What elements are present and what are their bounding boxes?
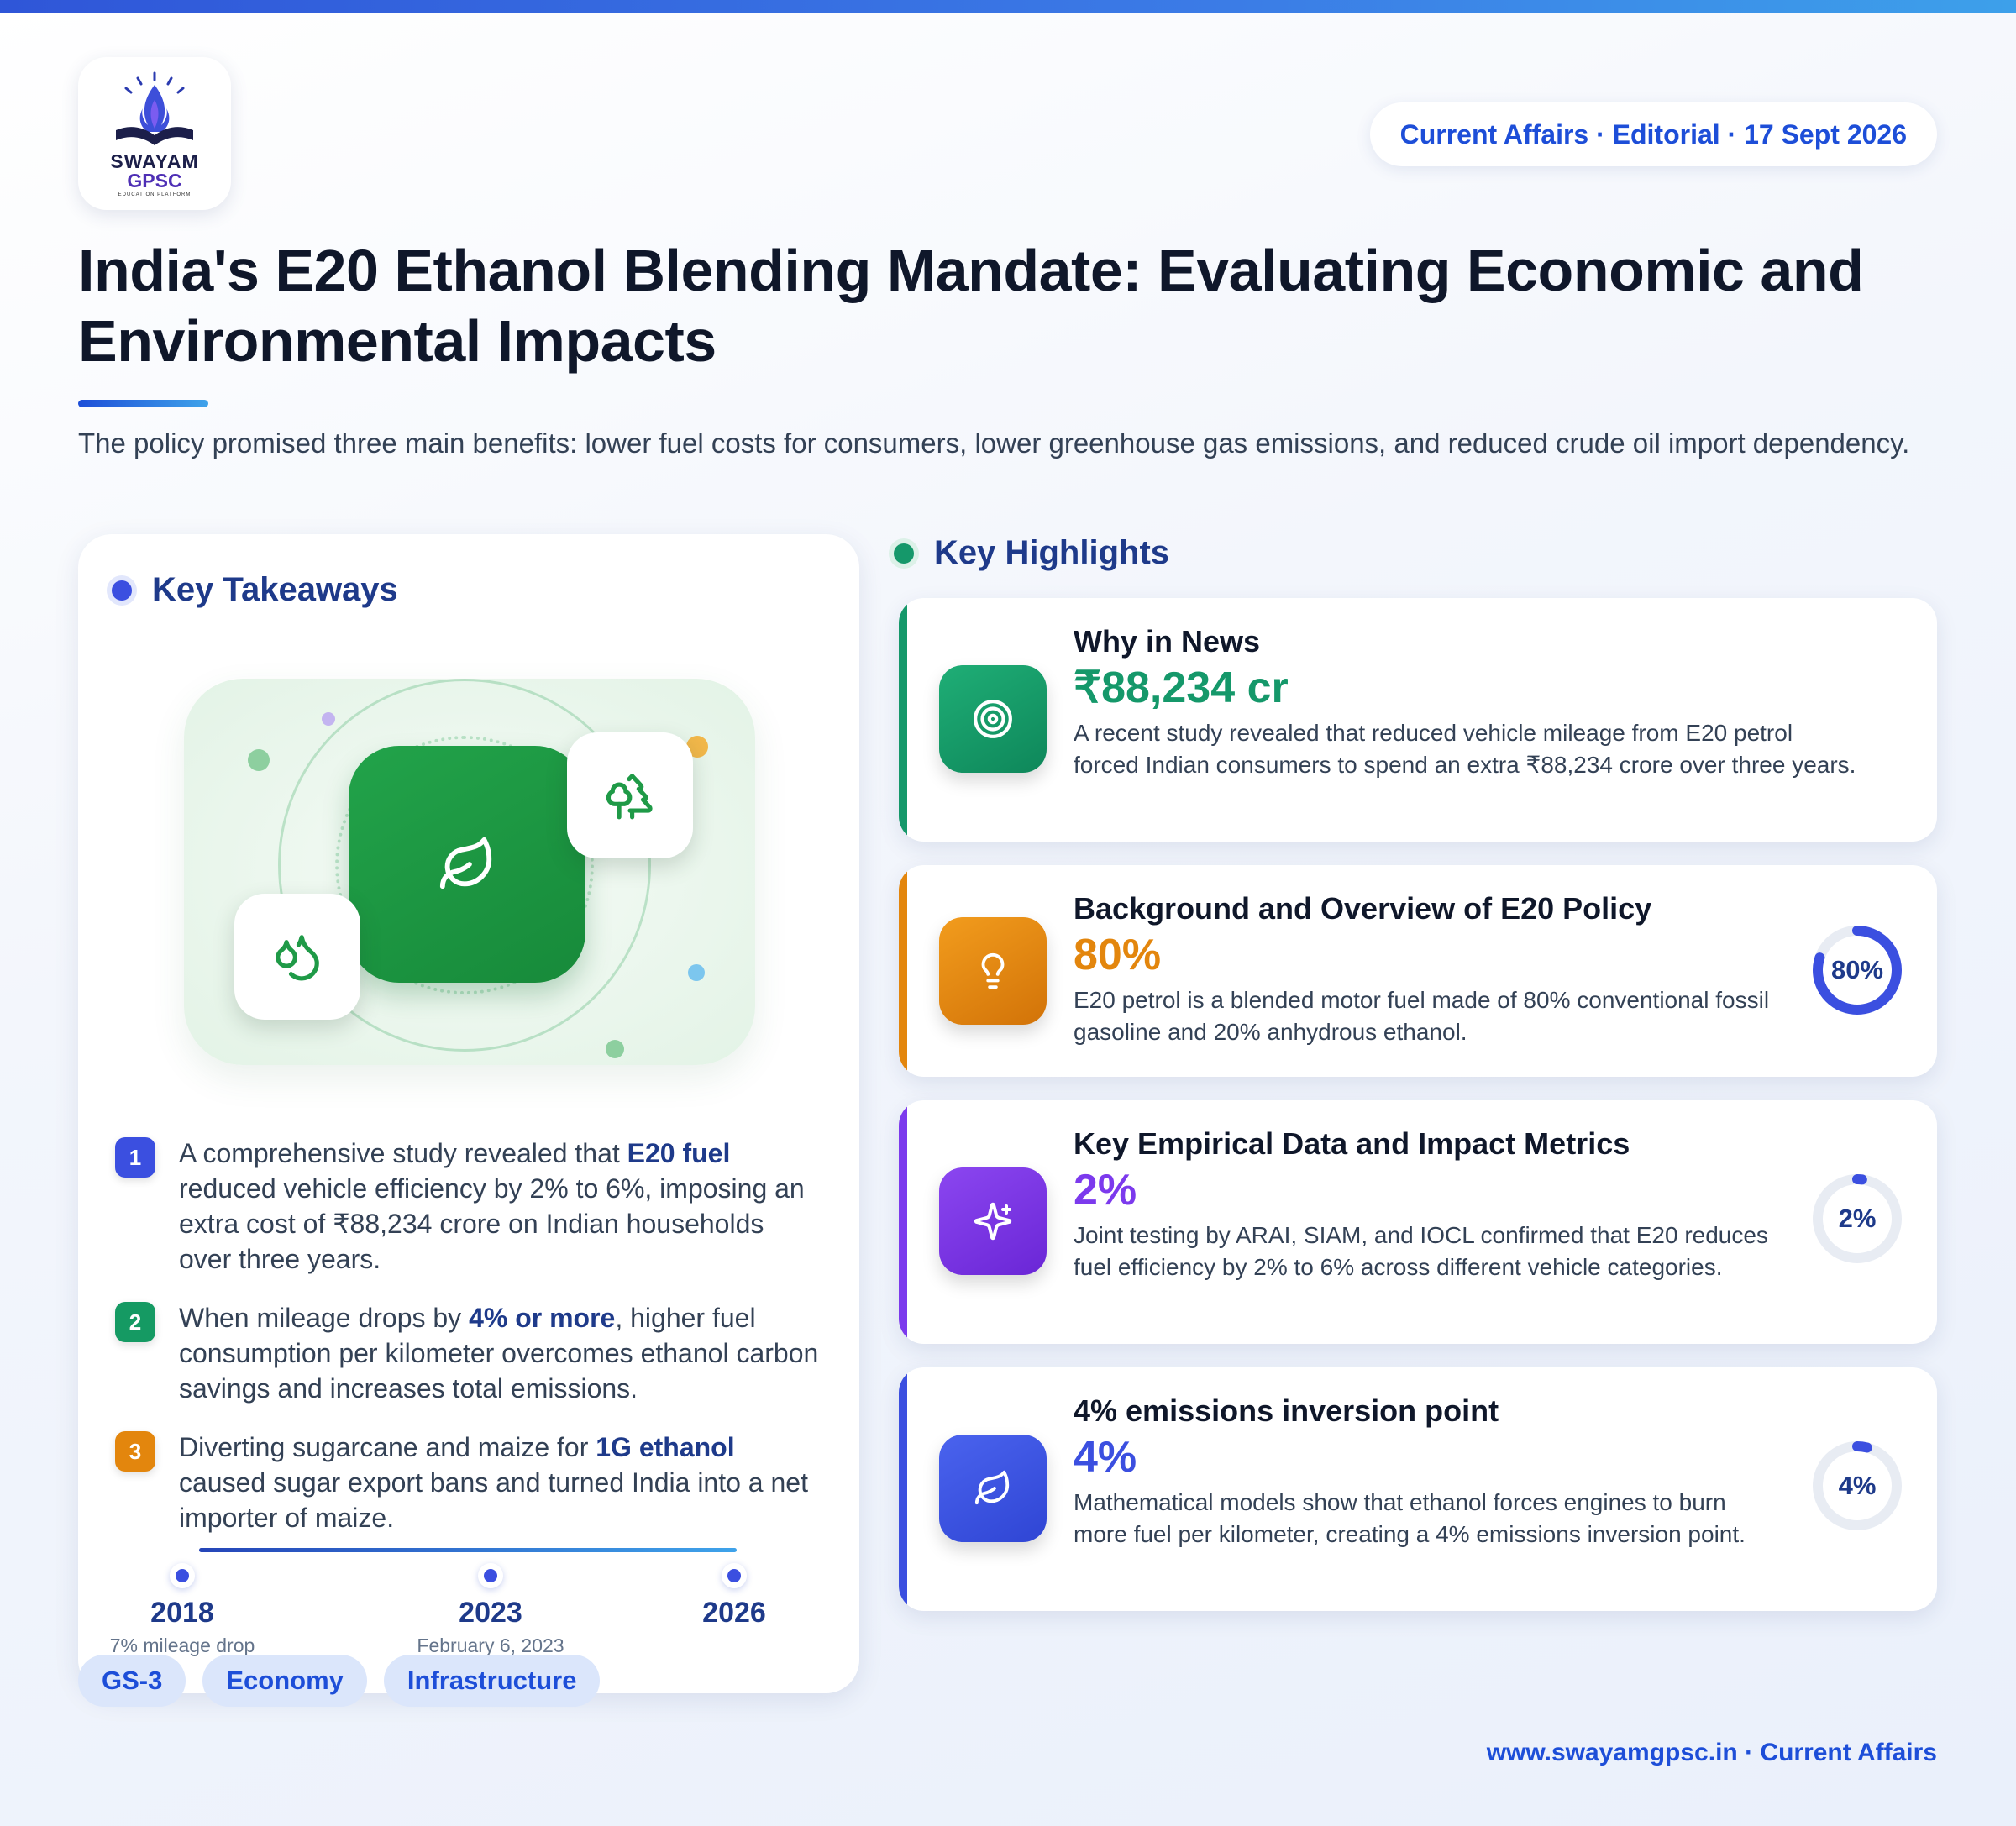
card-body: 4% emissions inversion point 4% Mathemat… — [1074, 1393, 1779, 1551]
tag-infrastructure[interactable]: Infrastructure — [383, 1655, 601, 1707]
logo-tagline: EDUCATION PLATFORM — [118, 192, 192, 197]
logo-word: SWAYAM — [110, 150, 199, 172]
leaf-icon — [974, 1470, 1010, 1505]
card-accent-bar — [899, 1367, 907, 1611]
card-body: Why in News ₹88,234 cr A recent study re… — [1074, 623, 1863, 781]
card-big-value: 4% — [1074, 1433, 1137, 1482]
logo: SWAYAM GPSC EDUCATION PLATFORM — [78, 57, 231, 210]
logo-sub: GPSC — [127, 170, 182, 192]
timeline-note: 7% mileage drop — [109, 1634, 255, 1656]
card-body: Key Empirical Data and Impact Metrics 2%… — [1074, 1126, 1779, 1283]
takeaway-text: Diverting sugarcane and maize for 1G eth… — [179, 1432, 808, 1533]
card-title: Background and Overview of E20 Policy — [1074, 891, 1652, 926]
card-big-value: 80% — [1074, 931, 1162, 979]
trees-tile — [567, 732, 693, 858]
droplets-tile — [234, 894, 360, 1020]
section-dot — [112, 580, 132, 601]
timeline-year: 2018 — [150, 1597, 214, 1629]
key-highlights-title: Key Highlights — [934, 534, 1170, 571]
card-title: Why in News — [1074, 624, 1261, 659]
highlight-card-empirical-data: Key Empirical Data and Impact Metrics 2%… — [899, 1100, 1937, 1344]
icon-tile — [939, 917, 1047, 1025]
card-text: Mathematical models show that ethanol fo… — [1074, 1489, 1746, 1547]
takeaway-text: A comprehensive study revealed that E20 … — [179, 1138, 805, 1274]
progress-ring: 2% — [1811, 1173, 1903, 1265]
decor-dot — [248, 749, 270, 771]
timeline-point: 2018 7% mileage drop — [81, 1563, 283, 1657]
card-accent-bar — [899, 865, 907, 1077]
tag-gs3[interactable]: GS-3 — [78, 1655, 186, 1707]
progress-ring-label: 4% — [1838, 1471, 1877, 1500]
title-underline — [78, 400, 208, 407]
section-dot — [894, 543, 914, 564]
card-text: E20 petrol is a blended motor fuel made … — [1074, 987, 1770, 1045]
takeaway-text: When mileage drops by 4% or more, higher… — [179, 1303, 819, 1404]
timeline-line — [199, 1548, 737, 1552]
leaf-icon — [439, 837, 492, 889]
card-text: A recent study revealed that reduced veh… — [1074, 720, 1856, 778]
logo-flame-book-icon — [116, 71, 193, 145]
card-accent-bar — [899, 598, 907, 842]
progress-ring-label: 80% — [1830, 955, 1884, 984]
trees-icon — [606, 774, 653, 820]
decor-dot — [322, 712, 335, 726]
highlight-card-inversion-point: 4% emissions inversion point 4% Mathemat… — [899, 1367, 1937, 1611]
decor-dot — [606, 1040, 624, 1058]
page-title: India's E20 Ethanol Blending Mandate: Ev… — [78, 238, 1864, 374]
droplets-icon — [276, 935, 319, 981]
list-item: 3 Diverting sugarcane and maize for 1G e… — [115, 1430, 821, 1535]
key-takeaways-heading: Key Takeaways — [112, 571, 398, 609]
number-badge: 1 — [115, 1137, 155, 1178]
card-title: Key Empirical Data and Impact Metrics — [1074, 1126, 1630, 1161]
timeline-dot — [170, 1563, 195, 1588]
footer-url[interactable]: www.swayamgpsc.in · Current Affairs — [1487, 1739, 1937, 1767]
progress-ring-label: 2% — [1838, 1204, 1877, 1233]
card-big-value: 2% — [1074, 1166, 1137, 1215]
icon-tile — [939, 1435, 1047, 1542]
list-item: 2 When mileage drops by 4% or more, high… — [115, 1300, 821, 1406]
target-icon — [974, 700, 1012, 738]
highlight-card-background: Background and Overview of E20 Policy 80… — [899, 865, 1937, 1077]
number-badge: 2 — [115, 1302, 155, 1342]
timeline-point: 2026 — [675, 1563, 793, 1629]
icon-tile — [939, 1167, 1047, 1275]
date-pill: Current Affairs · Editorial · 17 Sept 20… — [1369, 102, 1937, 166]
decor-dot — [688, 964, 705, 981]
card-text: Joint testing by ARAI, SIAM, and IOCL co… — [1074, 1222, 1768, 1280]
timeline-year: 2023 — [459, 1597, 522, 1629]
timeline-dot — [478, 1563, 503, 1588]
timeline-dot — [722, 1563, 747, 1588]
card-big-value: ₹88,234 cr — [1074, 664, 1289, 712]
key-takeaways-card: Key Takeaways 1 A comprehensive study re… — [78, 534, 859, 1693]
card-title: 4% emissions inversion point — [1074, 1393, 1499, 1428]
timeline-point: 2023 February 6, 2023 — [390, 1563, 591, 1657]
timeline-year: 2026 — [702, 1597, 766, 1629]
lightbulb-icon — [981, 953, 1005, 989]
timeline-note: February 6, 2023 — [417, 1634, 564, 1656]
card-accent-bar — [899, 1100, 907, 1344]
takeaways-list: 1 A comprehensive study revealed that E2… — [115, 1136, 821, 1559]
icon-tile — [939, 665, 1047, 773]
key-takeaways-title: Key Takeaways — [152, 571, 398, 608]
highlight-card-why-in-news: Why in News ₹88,234 cr A recent study re… — [899, 598, 1937, 842]
tag-economy[interactable]: Economy — [202, 1655, 367, 1707]
list-item: 1 A comprehensive study revealed that E2… — [115, 1136, 821, 1277]
sparkles-icon — [974, 1202, 1012, 1241]
number-badge: 3 — [115, 1431, 155, 1472]
progress-ring: 4% — [1811, 1440, 1903, 1532]
illustration — [184, 679, 755, 1065]
key-highlights-heading: Key Highlights — [894, 534, 1169, 572]
card-body: Background and Overview of E20 Policy 80… — [1074, 890, 1779, 1048]
page-subtitle: The policy promised three main benefits:… — [78, 428, 1910, 459]
leaf-tile — [349, 746, 585, 983]
tag-list: GS-3 Economy Infrastructure — [78, 1655, 601, 1707]
progress-ring: 80% — [1811, 924, 1903, 1016]
top-accent-bar — [0, 0, 2016, 13]
